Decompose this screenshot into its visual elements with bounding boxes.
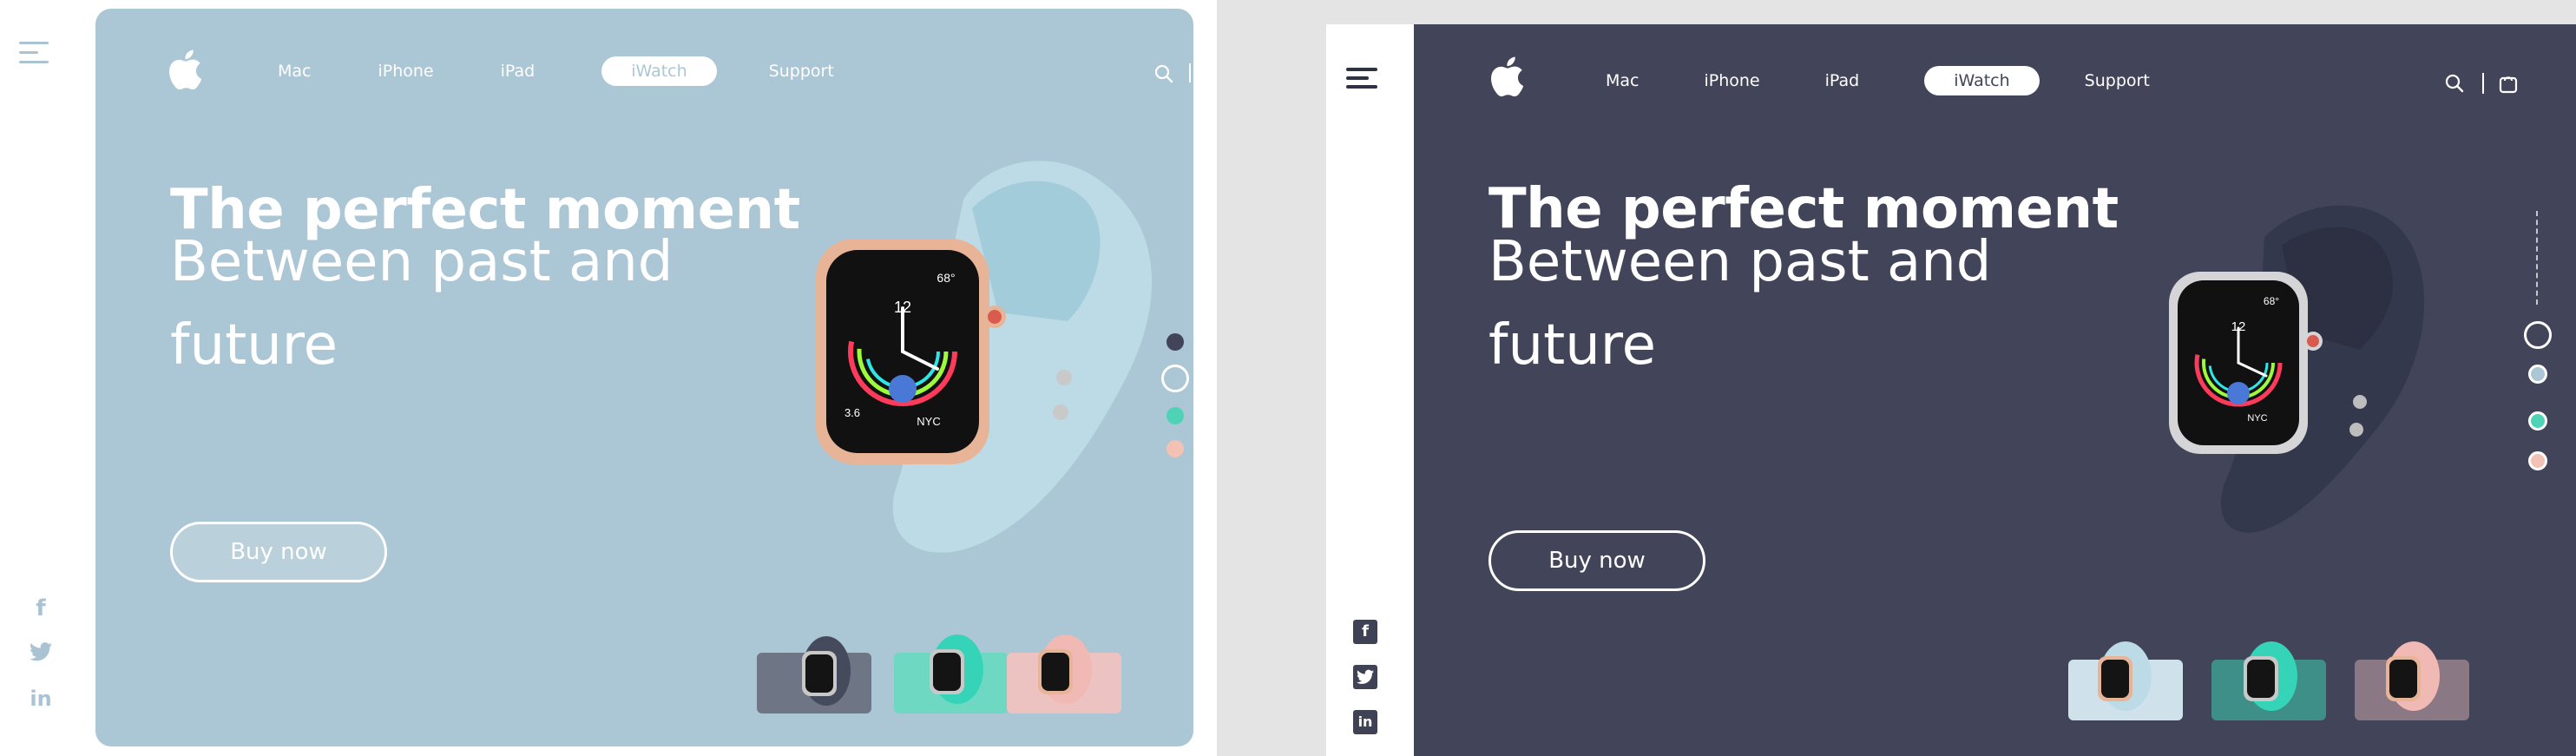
facebook-icon[interactable]: f	[1353, 620, 1377, 644]
swatch-navy-selected[interactable]	[2524, 321, 2552, 349]
swatch-navy[interactable]	[1166, 333, 1184, 351]
thumb-watch-pink	[1038, 634, 1092, 704]
hero-subtitle-line1: Between past and	[170, 230, 674, 294]
thumb-watch-blue	[2098, 641, 2152, 711]
watch-city: NYC	[917, 415, 940, 428]
watch-time: 12	[894, 299, 911, 316]
nav-divider	[1189, 63, 1191, 82]
buy-now-button[interactable]: Buy now	[170, 522, 387, 582]
swatch-mint[interactable]	[1166, 407, 1184, 424]
nav-item-ipad[interactable]: iPad	[1825, 71, 1860, 90]
linkedin-icon[interactable]: in	[30, 687, 52, 710]
swatch-connector	[2536, 211, 2538, 305]
swatch-pink[interactable]	[1166, 440, 1184, 457]
right-mockup: f in Mac iPhone iPad iWatch Support The …	[1326, 24, 2576, 756]
thumb-watch-mint	[2244, 641, 2297, 711]
swatch-mint[interactable]	[2528, 411, 2547, 431]
search-icon[interactable]	[1153, 62, 1175, 85]
facebook-icon[interactable]: f	[30, 597, 52, 620]
apple-logo-icon[interactable]	[165, 47, 203, 92]
main-nav: Mac iPhone iPad iWatch Support	[1606, 66, 2150, 95]
nav-item-iwatch[interactable]: iWatch	[1924, 66, 2040, 95]
nav-item-support[interactable]: Support	[2085, 71, 2150, 90]
hero-subtitle-line1: Between past and	[1488, 230, 1992, 294]
nav-divider	[2482, 73, 2484, 94]
hero-card-left: Mac iPhone iPad iWatch Support The perfe…	[95, 9, 1193, 746]
watch-image: 12 68° NYC 3.6	[816, 161, 1153, 553]
nav-item-mac[interactable]: Mac	[1606, 71, 1639, 90]
thumb-watch-mint	[930, 634, 983, 704]
watch-city: NYC	[2247, 413, 2267, 424]
menu-icon[interactable]	[19, 42, 49, 64]
hero-subtitle-line2: future	[1488, 313, 1657, 378]
twitter-icon[interactable]	[30, 642, 52, 665]
shopping-bag-icon[interactable]	[2497, 72, 2520, 95]
thumb-watch-pink	[2386, 641, 2440, 711]
swatch-blue[interactable]	[2528, 365, 2547, 384]
nav-item-iphone[interactable]: iPhone	[378, 62, 433, 81]
watch-uv: 3.6	[844, 406, 860, 419]
nav-item-iphone[interactable]: iPhone	[1704, 71, 1759, 90]
menu-icon[interactable]	[1346, 68, 1377, 89]
thumb-watch-midnight	[802, 636, 851, 706]
nav-item-iwatch[interactable]: iWatch	[601, 56, 717, 86]
buy-now-button[interactable]: Buy now	[1488, 530, 1705, 591]
twitter-icon[interactable]	[1353, 665, 1377, 689]
nav-item-ipad[interactable]: iPad	[501, 62, 536, 81]
apple-logo-icon[interactable]	[1487, 54, 1525, 99]
watch-image: 12 68° NYC	[2169, 205, 2425, 533]
linkedin-icon[interactable]: in	[1353, 710, 1377, 734]
main-nav: Mac iPhone iPad iWatch Support	[278, 56, 834, 86]
search-icon[interactable]	[2443, 72, 2466, 95]
stage: f in Mac iPhone iPad iWatch Support The …	[0, 0, 2576, 756]
swatch-pink[interactable]	[2528, 451, 2547, 470]
watch-temp: 68°	[2264, 295, 2279, 307]
nav-item-support[interactable]: Support	[769, 62, 834, 81]
hero-card-right: Mac iPhone iPad iWatch Support The perfe…	[1414, 24, 2576, 756]
watch-temp: 68°	[936, 271, 955, 285]
nav-item-mac[interactable]: Mac	[278, 62, 311, 81]
swatch-blue-selected[interactable]	[1161, 365, 1189, 392]
left-mockup: f in Mac iPhone iPad iWatch Support The …	[0, 0, 1217, 756]
hero-subtitle-line2: future	[170, 313, 338, 378]
watch-time: 12	[2231, 319, 2246, 334]
